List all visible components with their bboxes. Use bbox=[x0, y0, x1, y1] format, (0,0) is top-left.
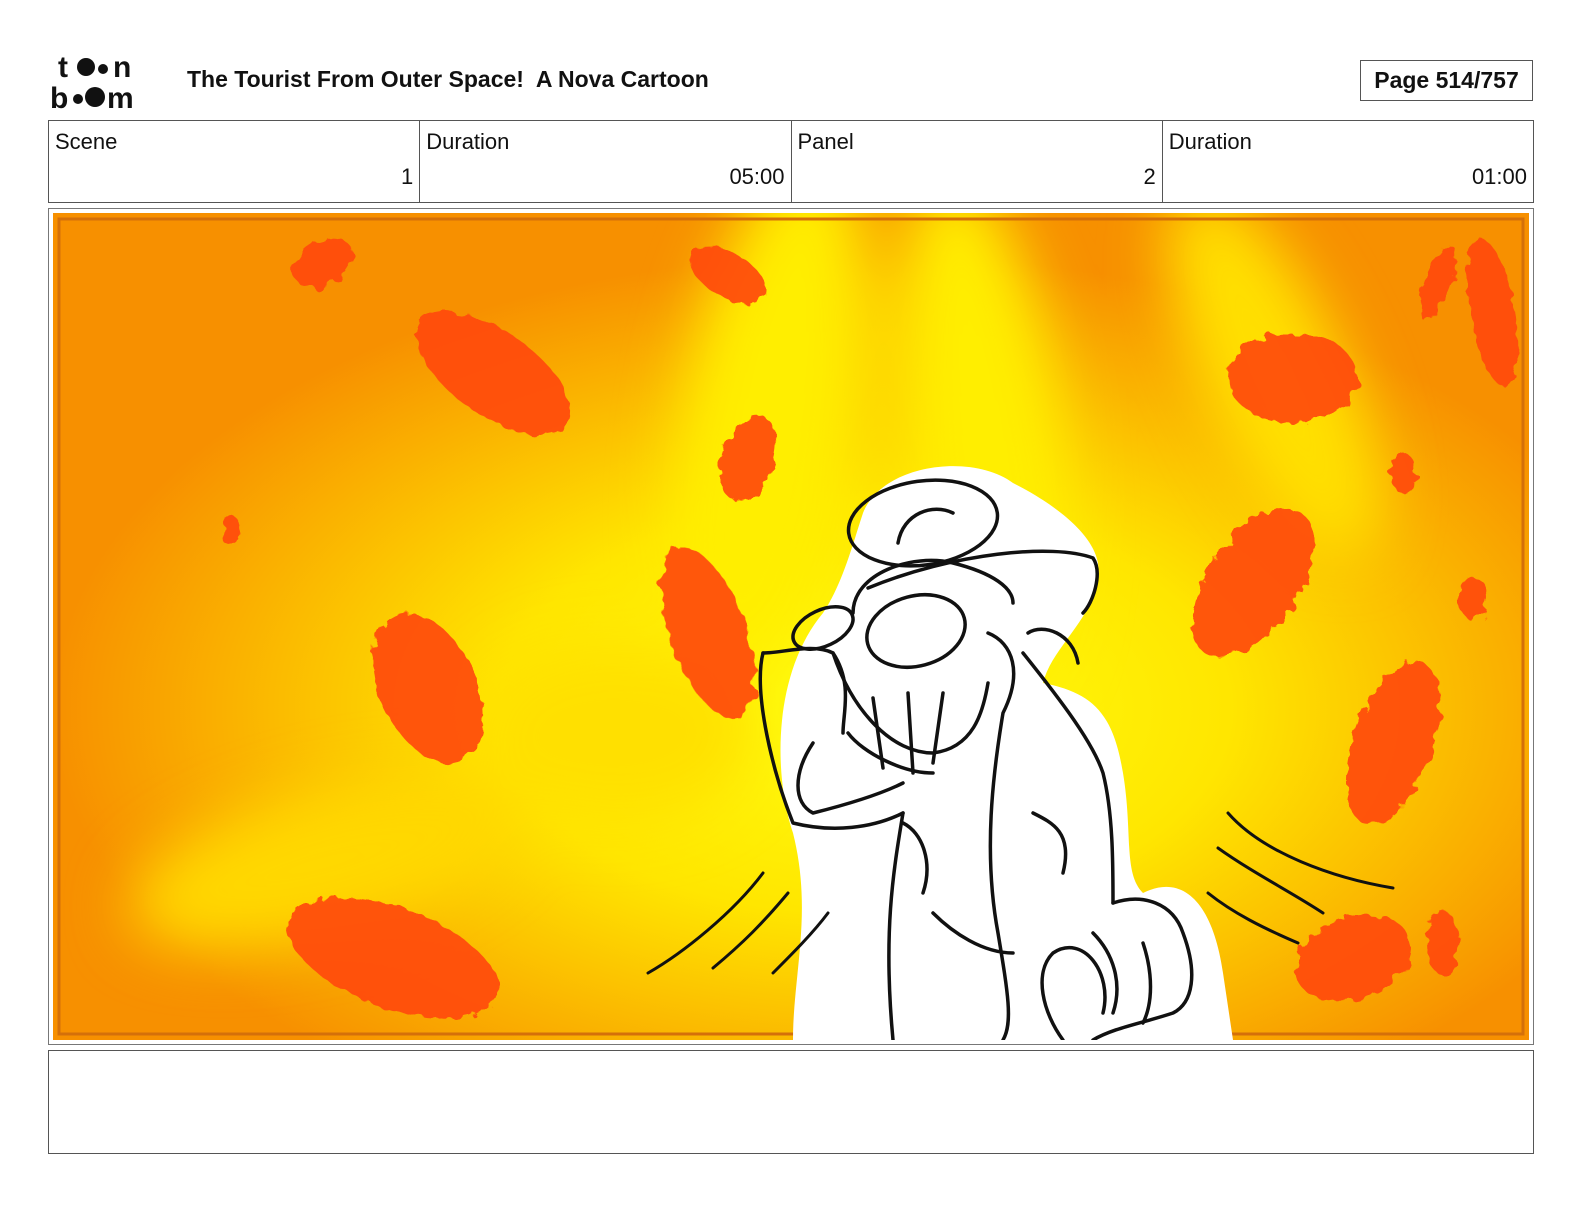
panel-value: 2 bbox=[1143, 164, 1156, 189]
svg-text:m: m bbox=[107, 82, 134, 112]
scene-duration-label: Duration bbox=[426, 129, 510, 154]
panel-notes-box bbox=[48, 1050, 1534, 1154]
document-title: The Tourist From Outer Space! A Nova Car… bbox=[187, 66, 709, 92]
panel-duration-label: Duration bbox=[1168, 129, 1252, 154]
panel-duration-value: 01:00 bbox=[1471, 164, 1527, 189]
panel-duration-cell: Duration 01:00 bbox=[1163, 121, 1533, 202]
storyboard-panel bbox=[48, 208, 1534, 1045]
svg-text:b: b bbox=[50, 82, 68, 112]
svg-text:t: t bbox=[58, 51, 68, 84]
scene-duration-cell: Duration 05:00 bbox=[420, 121, 792, 202]
svg-text:n: n bbox=[113, 51, 131, 84]
scene-duration-value: 05:00 bbox=[729, 164, 785, 189]
panel-info-row: Scene 1 Duration 05:00 Panel 2 Duration … bbox=[48, 120, 1534, 203]
scene-value: 1 bbox=[401, 164, 414, 189]
panel-cell: Panel 2 bbox=[792, 121, 1163, 202]
panel-label: Panel bbox=[797, 129, 854, 154]
toon-boom-logo: t n b m bbox=[50, 50, 166, 115]
page-number: Page 514/757 bbox=[1360, 60, 1533, 101]
scene-label: Scene bbox=[55, 129, 118, 154]
scene-cell: Scene 1 bbox=[49, 121, 421, 202]
panel-drawing bbox=[53, 213, 1529, 1040]
